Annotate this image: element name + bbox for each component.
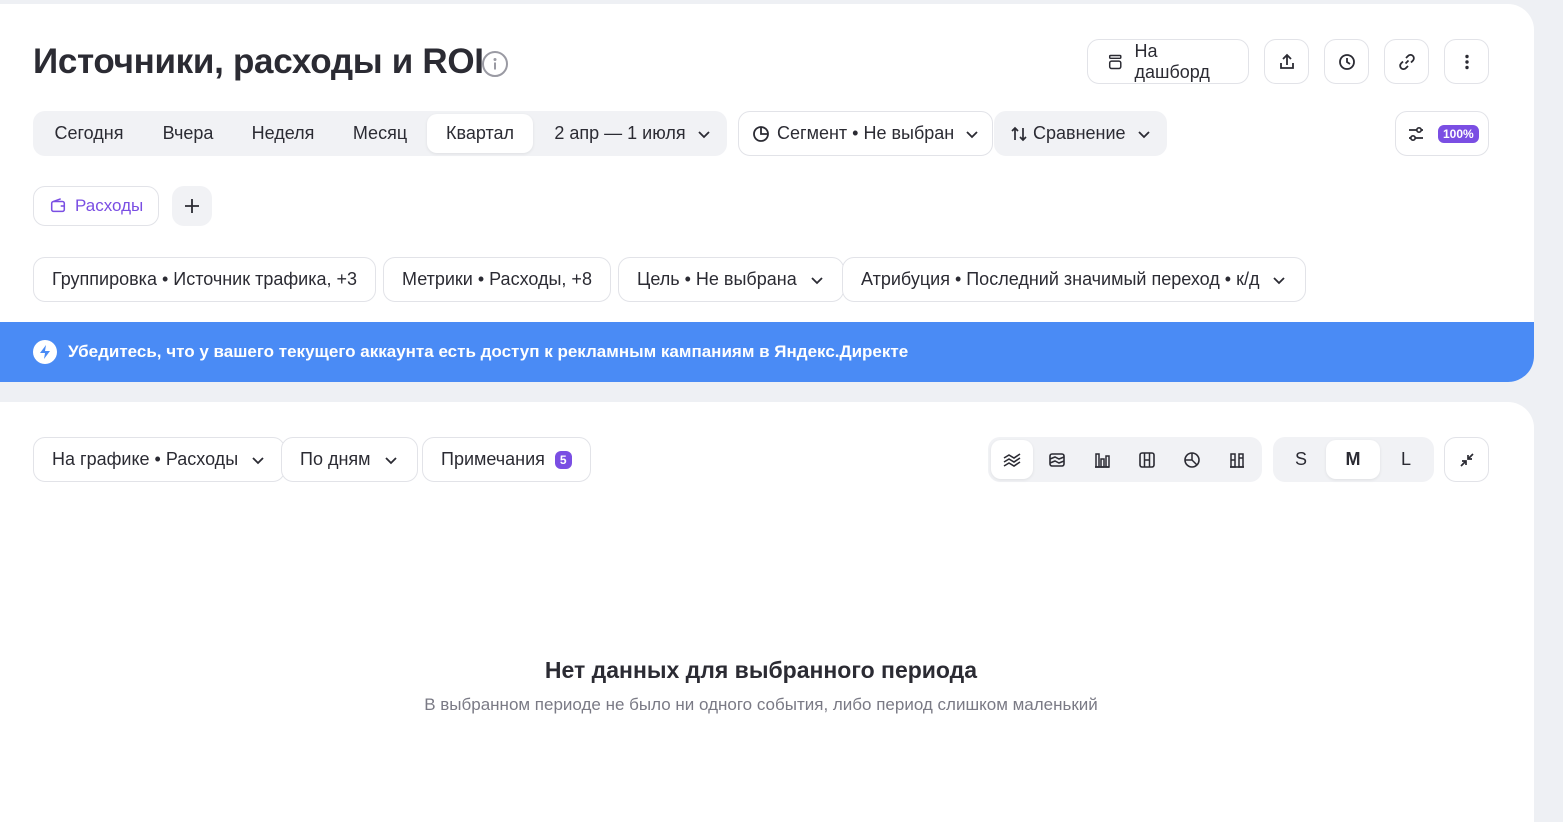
period-quarter[interactable]: Квартал <box>427 114 533 153</box>
dashboard-icon <box>1108 54 1122 69</box>
column-grid-icon[interactable] <box>1126 440 1168 479</box>
segment-pie-icon <box>753 125 769 142</box>
chevron-down-icon <box>1273 276 1286 284</box>
chevron-down-icon <box>811 276 823 284</box>
stacked-area-icon[interactable] <box>1036 440 1078 479</box>
compare-select[interactable]: Сравнение <box>994 111 1167 156</box>
wallet-icon <box>50 198 66 213</box>
upload-icon <box>1279 53 1294 69</box>
more-vertical-icon <box>1464 54 1469 69</box>
settings-zoom-button[interactable]: 100% <box>1395 111 1489 156</box>
lightning-icon <box>33 340 57 364</box>
period-month[interactable]: Месяц <box>333 111 427 156</box>
add-report-button[interactable] <box>172 186 212 226</box>
collapse-icon <box>1459 452 1474 467</box>
grouping-label: Группировка • Источник трафика, +3 <box>52 269 358 289</box>
compare-label: Сравнение <box>1033 123 1126 143</box>
banner-text: Убедитесь, что у вашего текущего аккаунт… <box>68 342 909 361</box>
direct-access-banner: Убедитесь, что у вашего текущего аккаунт… <box>0 322 1534 382</box>
chevron-down-icon <box>1137 130 1150 138</box>
info-icon[interactable] <box>482 51 508 77</box>
chevron-down-icon <box>697 130 710 138</box>
segment-select[interactable]: Сегмент • Не выбран <box>738 111 994 156</box>
size-m[interactable]: M <box>1326 440 1380 479</box>
empty-state-title: Нет данных для выбранного периода <box>544 657 978 683</box>
on-chart-select[interactable]: На графике • Расходы <box>33 437 286 482</box>
line-chart-icon[interactable] <box>991 440 1033 479</box>
size-s[interactable]: S <box>1274 440 1328 479</box>
period-week[interactable]: Неделя <box>237 111 329 156</box>
add-to-dashboard-button[interactable]: На дашборд <box>1087 39 1249 84</box>
dashboard-label: На дашборд <box>1134 40 1210 82</box>
grouping-select[interactable]: Группировка • Источник трафика, +3 <box>33 257 377 302</box>
zoom-badge: 100% <box>1438 124 1479 143</box>
history-button[interactable] <box>1324 39 1369 84</box>
goal-label: Цель • Не выбрана <box>637 269 797 289</box>
chart-size-selector: S M L <box>1273 437 1434 482</box>
empty-state-subtitle: В выбранном периоде не было ни одного со… <box>424 695 1098 714</box>
link-icon <box>1398 53 1415 70</box>
chevron-down-icon <box>252 456 264 464</box>
period-today[interactable]: Сегодня <box>39 111 139 156</box>
page-title: Источники, расходы и ROI <box>33 42 484 81</box>
stacked-bar-icon[interactable] <box>1216 440 1258 479</box>
more-button[interactable] <box>1444 39 1489 84</box>
date-range-picker[interactable]: 2 апр — 1 июля <box>541 111 725 156</box>
notes-label: Примечания <box>441 449 545 469</box>
on-chart-label: На графике • Расходы <box>52 449 239 469</box>
date-range-label: 2 апр — 1 июля <box>554 123 686 143</box>
attribution-label: Атрибуция • Последний значимый переход •… <box>861 269 1260 289</box>
bar-chart-icon[interactable] <box>1081 440 1123 479</box>
export-button[interactable] <box>1264 39 1309 84</box>
goal-select[interactable]: Цель • Не выбрана <box>618 257 844 302</box>
report-tag-label: Расходы <box>75 196 144 215</box>
period-yesterday[interactable]: Вчера <box>143 111 233 156</box>
plus-icon <box>185 199 199 213</box>
share-link-button[interactable] <box>1384 39 1429 84</box>
detail-label: По дням <box>300 449 371 469</box>
attribution-select[interactable]: Атрибуция • Последний значимый переход •… <box>842 257 1307 302</box>
segment-label: Сегмент • Не выбран <box>777 123 955 143</box>
report-tag-expenses[interactable]: Расходы <box>33 186 160 226</box>
metrics-label: Метрики • Расходы, +8 <box>402 269 592 289</box>
clock-icon <box>1338 53 1355 70</box>
size-l[interactable]: L <box>1379 440 1433 479</box>
period-selector: Сегодня Вчера Неделя Месяц Квартал 2 апр… <box>33 111 727 156</box>
pie-chart-icon[interactable] <box>1171 440 1213 479</box>
report-header-card: Источники, расходы и ROI На дашборд Сего… <box>0 4 1534 382</box>
sliders-icon <box>1409 126 1423 141</box>
detail-select[interactable]: По дням <box>281 437 418 482</box>
notes-button[interactable]: Примечания 5 <box>422 437 591 482</box>
metrics-select[interactable]: Метрики • Расходы, +8 <box>383 257 611 302</box>
collapse-button[interactable] <box>1444 437 1489 482</box>
chevron-down-icon <box>384 456 397 464</box>
notes-count-badge: 5 <box>554 450 572 469</box>
compare-icon <box>1011 126 1027 141</box>
chart-type-selector <box>988 437 1262 482</box>
chevron-down-icon <box>966 130 978 138</box>
